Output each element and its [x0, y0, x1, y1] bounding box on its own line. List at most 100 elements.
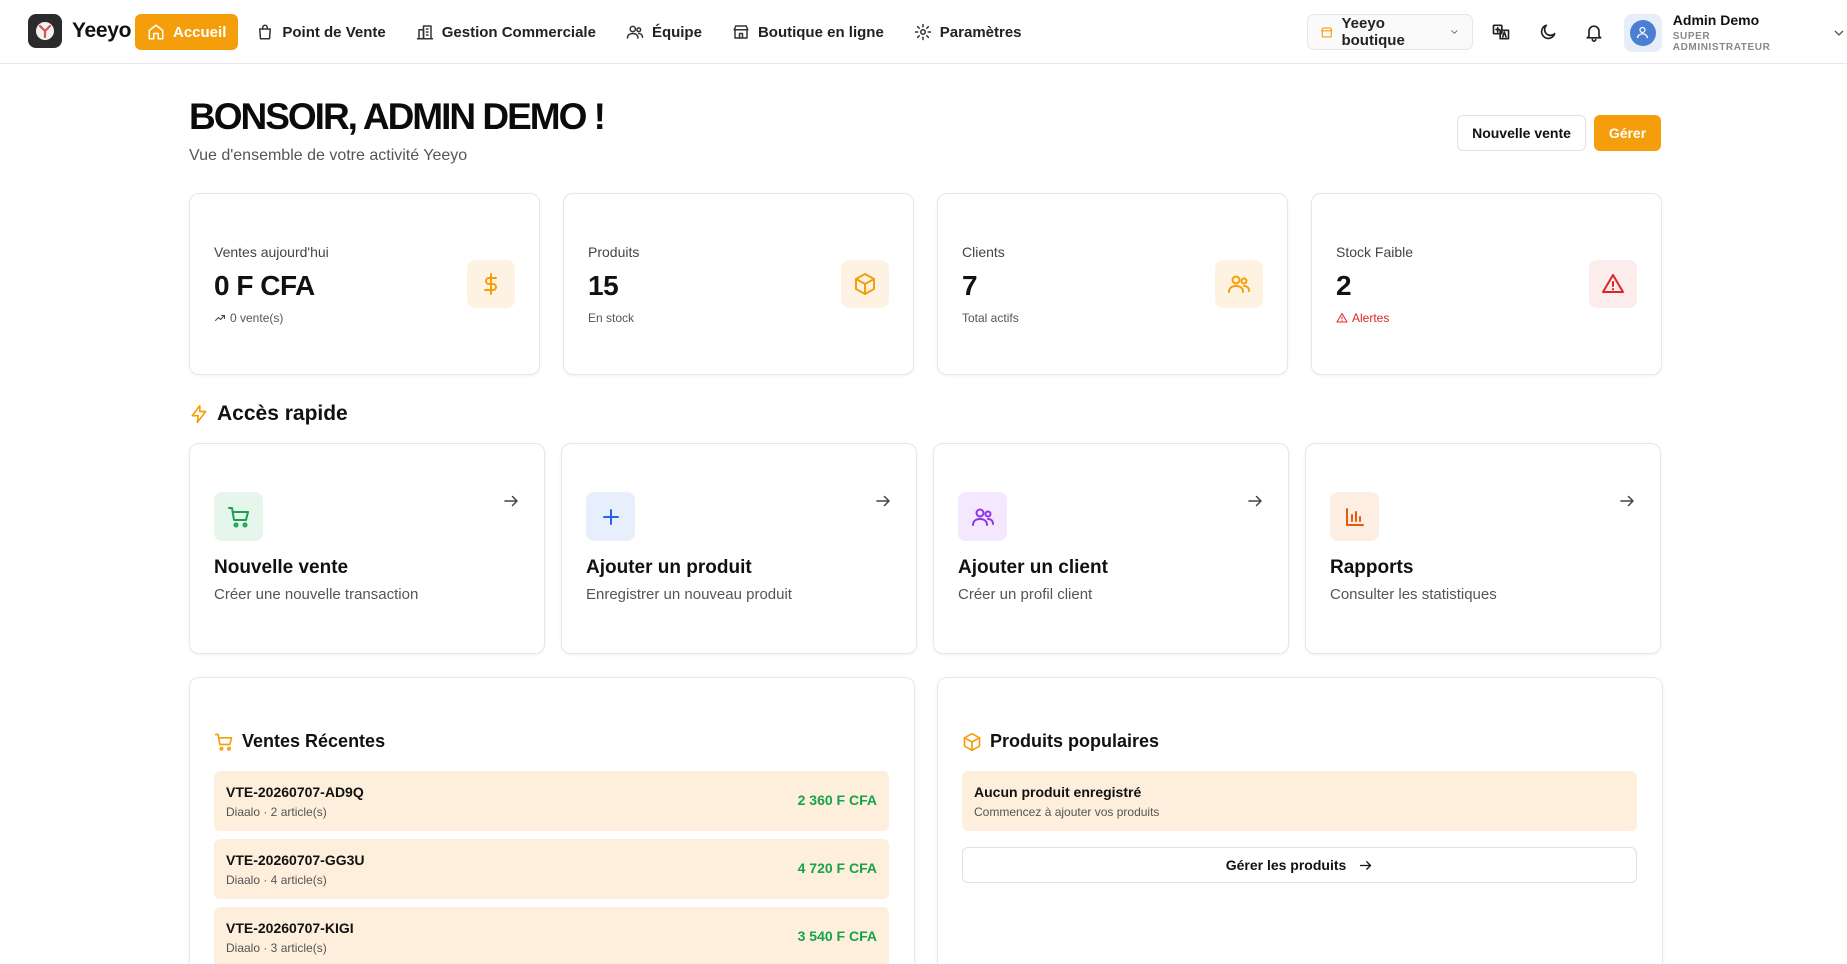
app-name: Yeeyo	[72, 19, 132, 42]
nav-item-boutique-en-ligne[interactable]: Boutique en ligne	[720, 14, 896, 50]
bar-chart-icon	[1345, 507, 1364, 526]
shopping-bag-icon	[259, 24, 272, 40]
trending-up-icon	[215, 315, 225, 321]
stat-label: Clients	[962, 244, 1005, 260]
qa-title: Nouvelle vente	[214, 557, 349, 578]
empty-state: Aucun produit enregistré Commencez à ajo…	[962, 771, 1637, 831]
stat-value: 15	[588, 270, 619, 301]
quick-action-add-product[interactable]: Ajouter un produit Enregistrer un nouvea…	[561, 443, 917, 654]
users-icon	[626, 25, 644, 39]
sale-ref: VTE-20260707-KIGI	[226, 920, 354, 936]
shop-selector-value: Yeeyo boutique	[1341, 15, 1405, 49]
box-icon	[963, 732, 981, 751]
stat-card-clients: Clients 7 Total actifs	[937, 193, 1288, 375]
cart-icon	[214, 733, 233, 751]
building-icon	[416, 25, 433, 40]
empty-title: Aucun produit enregistré	[974, 784, 1142, 800]
dollar-icon	[484, 273, 497, 295]
nav-label: Point de Vente	[282, 23, 386, 41]
arrow-right-icon	[1248, 495, 1262, 507]
alert-triangle-icon	[1602, 274, 1624, 293]
users-icon	[971, 508, 994, 526]
cart-icon	[227, 506, 249, 527]
translate-button[interactable]	[1488, 19, 1514, 45]
shop-selector[interactable]: Yeeyo boutique	[1307, 14, 1473, 50]
store-icon	[1321, 26, 1333, 38]
stat-label: Stock Faible	[1336, 244, 1414, 260]
translate-icon	[1492, 24, 1510, 40]
sale-amount: 4 720 F CFA	[797, 860, 877, 876]
sale-amount: 2 360 F CFA	[797, 792, 877, 808]
nav-item-accueil[interactable]: Accueil	[135, 14, 239, 50]
stat-icon	[1589, 260, 1637, 308]
stat-icon	[1215, 260, 1263, 308]
stat-sub: Total actifs	[962, 311, 1019, 325]
page-subtitle: Vue d'ensemble de votre activité Yeeyo	[189, 147, 468, 164]
home-icon	[148, 24, 164, 40]
nav-label: Équipe	[651, 23, 702, 41]
lightning-icon	[191, 404, 207, 424]
qa-desc: Créer une nouvelle transaction	[214, 586, 419, 603]
recent-sales-panel: Ventes Récentes VTE-20260707-AD9Q Diaalo…	[189, 677, 915, 964]
sale-meta: Diaalo · 2 article(s)	[226, 805, 327, 819]
nav-label: Boutique en ligne	[757, 23, 884, 41]
bell-icon	[1586, 25, 1602, 42]
qa-icon	[586, 492, 635, 541]
empty-sub: Commencez à ajouter vos produits	[974, 805, 1160, 819]
user-name: Admin Demo	[1672, 12, 1760, 28]
top-navbar: Yeeyo Accueil Point de Vente Gestion Com…	[0, 0, 1847, 64]
stat-card-products: Produits 15 En stock	[563, 193, 914, 375]
sale-amount: 3 540 F CFA	[797, 928, 877, 944]
sale-meta: Diaalo · 4 article(s)	[226, 873, 327, 887]
box-icon	[855, 273, 875, 295]
qa-desc: Consulter les statistiques	[1330, 586, 1497, 603]
user-menu[interactable]: Admin Demo SUPER ADMINISTRATEUR	[1624, 12, 1847, 53]
qa-icon	[214, 492, 263, 541]
main-nav: Accueil Point de Vente Gestion Commercia…	[135, 14, 1034, 50]
stat-sub: En stock	[588, 311, 635, 325]
gear-icon	[914, 23, 932, 41]
sale-row[interactable]: VTE-20260707-KIGI Diaalo · 3 article(s) …	[214, 907, 889, 964]
nav-item-parametres[interactable]: Paramètres	[902, 14, 1034, 50]
theme-toggle[interactable]	[1535, 19, 1561, 45]
sale-ref: VTE-20260707-AD9Q	[226, 784, 364, 800]
stat-icon	[841, 260, 889, 308]
sale-row[interactable]: VTE-20260707-GG3U Diaalo · 4 article(s) …	[214, 839, 889, 899]
quick-action-reports[interactable]: Rapports Consulter les statistiques	[1305, 443, 1661, 654]
qa-icon	[958, 492, 1007, 541]
panel-title: Produits populaires	[962, 731, 1159, 752]
nav-label: Paramètres	[939, 23, 1022, 41]
stat-value: 0 F CFA	[214, 270, 315, 301]
notifications-button[interactable]	[1581, 19, 1607, 45]
user-role: SUPER ADMINISTRATEUR	[1672, 31, 1771, 53]
arrow-right-icon	[1620, 495, 1634, 507]
new-sale-button[interactable]: Nouvelle vente	[1457, 115, 1586, 151]
nav-item-point-de-vente[interactable]: Point de Vente	[244, 14, 397, 50]
nav-label: Accueil	[173, 23, 227, 41]
popular-products-panel: Produits populaires Aucun produit enregi…	[937, 677, 1663, 964]
chevron-down-icon	[1834, 30, 1844, 36]
arrow-right-icon	[1360, 860, 1372, 870]
manage-button[interactable]: Gérer	[1594, 115, 1661, 151]
quick-action-add-client[interactable]: Ajouter un client Créer un profil client	[933, 443, 1289, 654]
nav-label: Gestion Commerciale	[441, 23, 596, 41]
qa-title: Ajouter un client	[958, 557, 1108, 578]
nav-item-equipe[interactable]: Équipe	[614, 14, 714, 50]
stat-label: Produits	[588, 244, 640, 260]
arrow-right-icon	[876, 495, 890, 507]
stat-sub: Alertes	[1336, 311, 1389, 325]
qa-icon	[1330, 492, 1379, 541]
chevron-down-icon	[1451, 30, 1458, 34]
sale-ref: VTE-20260707-GG3U	[226, 852, 365, 868]
avatar	[1624, 13, 1662, 52]
qa-title: Rapports	[1330, 557, 1414, 578]
manage-products-button[interactable]: Gérer les produits	[962, 847, 1637, 883]
sale-meta: Diaalo · 3 article(s)	[226, 941, 327, 955]
quick-action-new-sale[interactable]: Nouvelle vente Créer une nouvelle transa…	[189, 443, 545, 654]
sale-row[interactable]: VTE-20260707-AD9Q Diaalo · 2 article(s) …	[214, 771, 889, 831]
stat-sub: 0 vente(s)	[214, 311, 283, 325]
qa-desc: Créer un profil client	[958, 586, 1093, 603]
plus-icon	[602, 508, 619, 525]
app-logo[interactable]: Yeeyo	[28, 14, 132, 48]
nav-item-gestion-commerciale[interactable]: Gestion Commerciale	[404, 14, 608, 50]
